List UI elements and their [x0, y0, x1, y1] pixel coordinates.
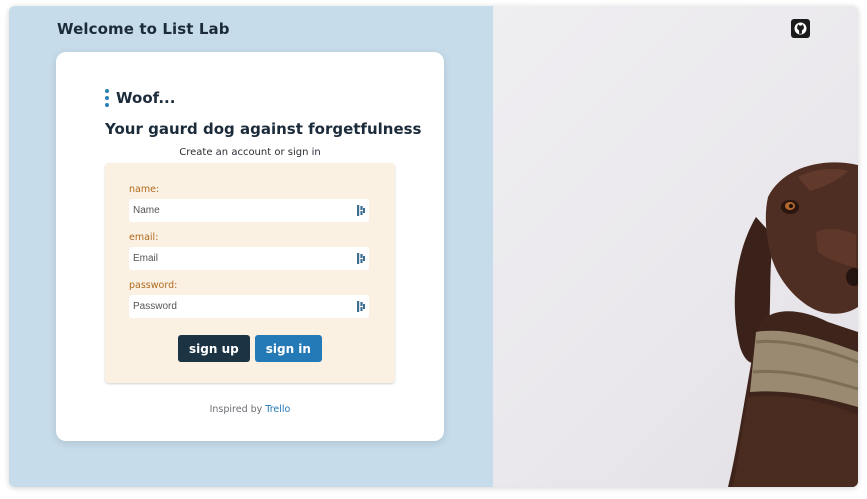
name-field-wrapper[interactable]	[129, 199, 369, 222]
password-input[interactable]	[133, 301, 343, 312]
password-label: password:	[129, 280, 178, 291]
github-icon[interactable]	[791, 19, 810, 38]
app-window: Welcome to List Lab Woof... Your gaurd d…	[9, 6, 858, 487]
auth-card: Woof... Your gaurd dog against forgetful…	[56, 52, 444, 441]
auth-form: name: email:	[105, 163, 395, 383]
password-manager-icon[interactable]	[357, 205, 365, 216]
subtitle: Create an account or sign in	[179, 147, 321, 158]
email-field-wrapper[interactable]	[129, 247, 369, 270]
tagline: Your gaurd dog against forgetfulness	[105, 120, 422, 138]
inspired-by-prefix: Inspired by	[209, 404, 263, 415]
brand: Woof...	[105, 89, 175, 107]
password-manager-icon[interactable]	[357, 253, 365, 264]
trello-link[interactable]: Trello	[265, 404, 290, 415]
sign-in-button[interactable]: sign in	[254, 335, 322, 362]
brand-dots-icon	[105, 89, 109, 107]
left-panel: Welcome to List Lab Woof... Your gaurd d…	[9, 6, 493, 487]
name-input[interactable]	[133, 205, 343, 216]
hero-image	[493, 6, 858, 487]
email-input[interactable]	[133, 253, 343, 264]
form-actions: sign up sign in	[105, 335, 395, 362]
sign-up-button[interactable]: sign up	[178, 335, 250, 362]
password-field-wrapper[interactable]	[129, 295, 369, 318]
brand-name: Woof...	[116, 89, 176, 107]
email-label: email:	[129, 232, 159, 243]
name-label: name:	[129, 184, 160, 195]
dog-photo	[728, 162, 858, 487]
password-manager-icon[interactable]	[357, 301, 365, 312]
inspired-by: Inspired by Trello	[56, 404, 444, 415]
app-title: Welcome to List Lab	[57, 20, 230, 38]
